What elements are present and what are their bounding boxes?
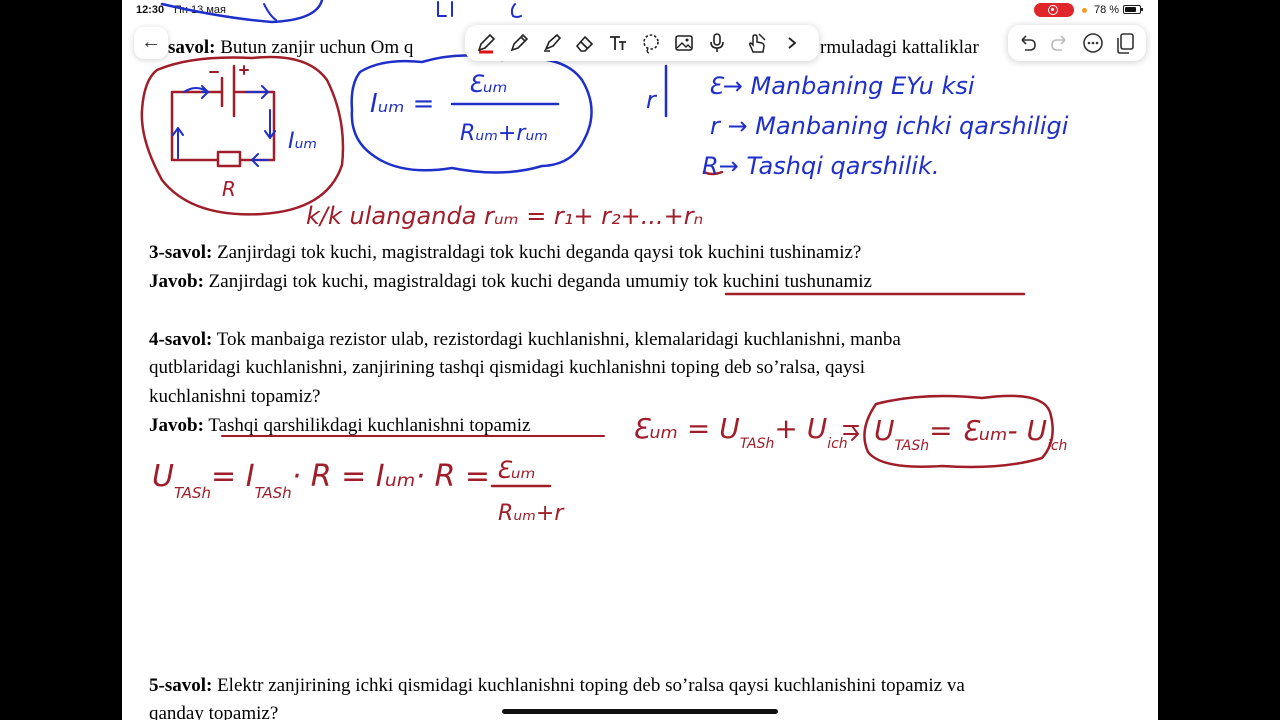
current-arrow-top-right — [245, 85, 269, 99]
highlighter-icon[interactable] — [541, 32, 563, 54]
circuit-current-label: Iᵤₘ — [288, 129, 317, 154]
hand-touch-icon[interactable] — [746, 32, 768, 54]
handwriting-layer: Iᵤₘ R Iᵤₘ = Ɛᵤₘ Rᵤₘ+rᵤₘ r Ɛ→ Manbaning E… — [140, 0, 1069, 526]
legend-line-external: R→ Tashqi qarshilik. — [702, 152, 940, 180]
formula-numerator: Ɛᵤₘ — [468, 70, 507, 98]
home-indicator[interactable] — [502, 709, 778, 714]
circuit-resistor-label: R — [222, 177, 236, 201]
back-button[interactable]: ← — [134, 27, 168, 59]
legend-line-emf: Ɛ→ Manbaning EYu ksi — [708, 72, 975, 100]
notes-page: 12:30 Пн 13 мая 78 % savol: Butun zanjir… — [122, 0, 1158, 720]
battery-symbol — [220, 64, 236, 118]
drawing-toolbar — [465, 25, 819, 61]
lasso-icon[interactable] — [640, 32, 662, 54]
pages-icon[interactable] — [1114, 32, 1136, 54]
microphone-icon[interactable] — [706, 32, 728, 54]
emf-equation: Ɛᵤₘ = UTASh+ Uich — [632, 412, 848, 452]
formula-current: Iᵤₘ = — [370, 89, 434, 119]
eraser-icon[interactable] — [574, 32, 596, 54]
text-tool-icon[interactable] — [607, 32, 629, 54]
chevron-right-icon[interactable] — [783, 32, 801, 54]
image-icon[interactable] — [673, 32, 695, 54]
current-arrow-bottom — [251, 153, 269, 167]
legend-line-internal: r → Manbaning ichki qarshiligi — [710, 112, 1069, 140]
top-scribble-middle — [437, 1, 522, 18]
resistor-symbol — [216, 150, 242, 168]
back-arrow-icon: ← — [141, 31, 161, 53]
more-icon[interactable] — [1082, 32, 1104, 54]
document-actions — [1008, 25, 1146, 61]
pen-icon[interactable] — [475, 32, 497, 54]
undo-icon[interactable] — [1016, 32, 1038, 54]
series-resistance-note: k/k ulanganda rᵤₘ = r₁+ r₂+...+rₙ — [306, 202, 703, 230]
battery-polarity-marks — [209, 65, 249, 75]
external-voltage-numerator: Ɛᵤₘ — [496, 456, 535, 484]
legend-side-mark: r — [646, 86, 658, 114]
external-voltage-equation: UTASh= ITASh· R = Iᵤₘ· R = — [152, 459, 490, 502]
external-voltage-denominator: Rᵤₘ+r — [498, 501, 565, 526]
top-scribble-left — [160, 0, 324, 24]
pencil-icon[interactable] — [508, 32, 530, 54]
top-scribble-mark — [263, 3, 277, 21]
formula-denominator: Rᵤₘ+rᵤₘ — [460, 121, 548, 146]
boxed-equation: UTASh= Ɛᵤₘ- Uich — [874, 414, 1067, 454]
redo-icon[interactable] — [1049, 32, 1071, 54]
current-arrow-left — [172, 127, 184, 159]
